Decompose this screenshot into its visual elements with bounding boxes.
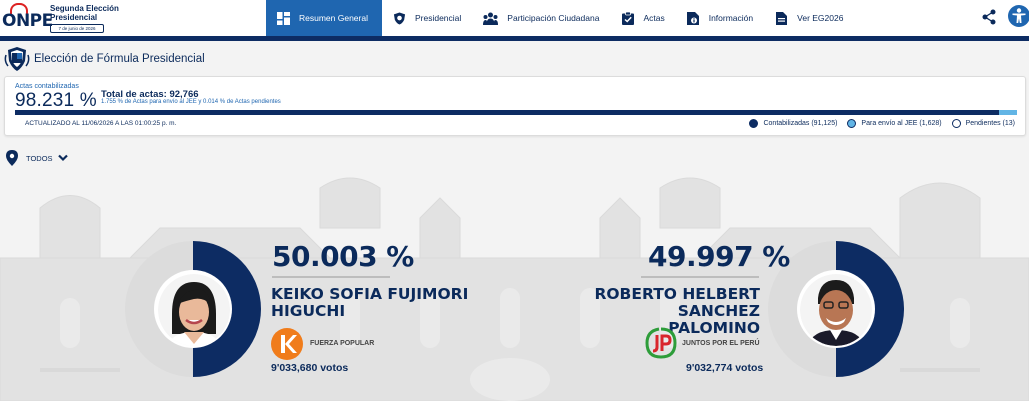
candidate-2-name-line-1: ROBERTO HELBERT SANCHEZ [594, 285, 760, 320]
onpe-logo[interactable]: ONPE [2, 3, 53, 33]
clipboard-check-icon [621, 11, 634, 25]
nav-label: Ver EG2026 [797, 13, 844, 23]
candidate-1-party: FUERZA POPULAR [310, 340, 375, 347]
juntos-por-el-peru-logo-icon [645, 327, 677, 359]
region-filter[interactable]: TODOS [6, 150, 68, 166]
actas-progress-bar [15, 110, 1017, 115]
nav-resumen-general[interactable]: Resumen General [266, 0, 382, 36]
counted-dot-icon [749, 119, 759, 128]
candidate-2-name: ROBERTO HELBERT SANCHEZ PALOMINO [520, 286, 760, 337]
candidate-1-percentage: 50.003 % [272, 240, 414, 273]
election-date: 7 de junio de 2026 [50, 23, 104, 33]
legend-label: Pendientes (13) [965, 120, 1015, 127]
candidate-1-name-line-1: KEIKO SOFIA FUJIMORI [271, 285, 469, 303]
nav-label: Presidencial [414, 13, 462, 23]
candidate-1-name-line-2: HIGUCHI [271, 302, 346, 320]
nav-label: Resumen General [299, 13, 368, 23]
progress-legend: Contabilizadas (91,125) Para envío al JE… [739, 119, 1015, 128]
legend-label: Para envío al JEE (1,628) [861, 120, 942, 127]
election-info: Segunda Elección Presidencial 7 de junio… [50, 4, 120, 33]
legend-contabilizadas: Contabilizadas (91,125) [749, 119, 837, 128]
last-updated: ACTUALIZADO AL 11/06/2026 A LAS 01:00:25… [25, 120, 177, 127]
top-navigation-bar: ONPE Segunda Elección Presidencial 7 de … [0, 0, 1029, 36]
location-pin-icon [6, 150, 18, 166]
percentage-underline [641, 276, 759, 278]
header-divider [0, 36, 1029, 41]
actas-summary-card: Actas contabilizadas 98.231 % Total de a… [4, 76, 1026, 136]
main-nav: Resumen General Presidencial Participaci… [266, 0, 854, 36]
actas-progress-fill [15, 110, 1000, 115]
nav-informacion[interactable]: Información [676, 0, 764, 36]
info-document-icon [687, 11, 700, 25]
candidate-2-name-line-2: PALOMINO [668, 319, 760, 337]
nav-label: Información [708, 13, 754, 23]
logo-text: ONPE [2, 11, 53, 31]
shield-icon [393, 11, 406, 25]
people-icon [483, 12, 499, 25]
share-icon[interactable] [982, 9, 996, 25]
actas-percentage: 98.231 % [15, 90, 97, 111]
legend-label: Contabilizadas (91,125) [763, 120, 838, 127]
brand[interactable]: ONPE Segunda Elección Presidencial 7 de … [0, 0, 266, 36]
filter-label: TODOS [26, 153, 53, 163]
coat-of-arms-icon [4, 46, 30, 72]
fuerza-popular-logo-icon [271, 328, 303, 360]
actas-label: Actas contabilizadas [15, 83, 79, 90]
nav-actas[interactable]: Actas [610, 0, 675, 36]
legend-para-envio-jee: Para envío al JEE (1,628) [847, 119, 942, 128]
candidate-1-votes: 9'033,680 votos [271, 362, 349, 374]
section-header: Elección de Fórmula Presidencial [4, 46, 205, 72]
actas-subnote: 1.755 % de Actas para envío al JEE y 0.0… [101, 99, 281, 105]
legend-pendientes: Pendientes (13) [951, 119, 1015, 128]
candidate-1-name: KEIKO SOFIA FUJIMORI HIGUCHI [271, 286, 468, 320]
nav-ver-eg2026[interactable]: Ver EG2026 [764, 0, 854, 36]
candidate-2-photo [800, 274, 872, 346]
candidate-2-party: JUNTOS POR EL PERÚ [682, 340, 760, 347]
accessibility-icon[interactable] [1008, 5, 1029, 27]
document-icon [775, 11, 788, 25]
nav-label: Actas [643, 13, 665, 23]
nav-presidencial[interactable]: Presidencial [382, 0, 472, 36]
dashboard-icon [277, 11, 290, 25]
candidate-2-votes: 9'032,774 votos [686, 362, 764, 374]
candidate-2-percentage: 49.997 % [648, 240, 790, 273]
nav-participacion-ciudadana[interactable]: Participación Ciudadana [472, 0, 610, 36]
candidate-1-photo [158, 274, 230, 346]
election-title: Segunda Elección Presidencial [50, 3, 119, 22]
chevron-down-icon [57, 154, 68, 162]
percentage-underline [272, 276, 390, 278]
jee-dot-icon [847, 119, 857, 128]
page-title: Elección de Fórmula Presidencial [34, 53, 205, 65]
nav-label: Participación Ciudadana [507, 13, 600, 23]
pending-dot-icon [951, 119, 961, 128]
